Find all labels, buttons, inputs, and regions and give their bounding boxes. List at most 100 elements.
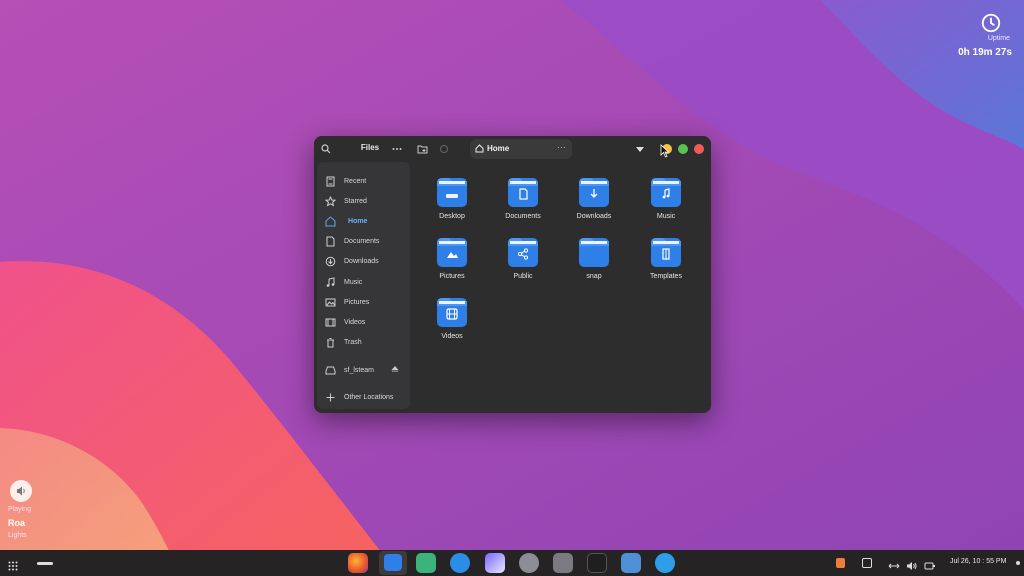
- sidebar-item-label: Recent: [344, 177, 367, 185]
- sidebar-item-videos[interactable]: Videos: [321, 313, 407, 331]
- path-menu-icon[interactable]: ···: [557, 142, 566, 152]
- sidebar-item-label: Documents: [344, 237, 380, 245]
- path-label[interactable]: Home: [487, 144, 509, 153]
- notification-icon[interactable]: [836, 558, 845, 568]
- downloads-folder-icon: [579, 178, 609, 207]
- sidebar-item-home[interactable]: Home: [321, 212, 407, 230]
- folder-desktop[interactable]: Desktop: [417, 162, 487, 220]
- view-options-icon[interactable]: [632, 141, 648, 157]
- folder-label: Videos: [441, 333, 463, 340]
- folder-snap[interactable]: snap: [559, 222, 629, 280]
- folder-templates[interactable]: Templates: [631, 222, 701, 280]
- video-player-icon[interactable]: [655, 553, 675, 573]
- sidebar-item-documents[interactable]: Documents: [321, 232, 407, 250]
- folder-label: Music: [656, 213, 676, 220]
- recent-icon: [325, 176, 336, 187]
- folder-downloads[interactable]: Downloads: [559, 162, 629, 220]
- uptime-value: 0h 19m 27s: [958, 47, 1012, 58]
- battery-icon[interactable]: [924, 558, 936, 570]
- maximize-button[interactable]: [678, 144, 688, 154]
- title-bar[interactable]: Files Home ···: [314, 136, 711, 162]
- sidebar-item-label: Trash: [344, 338, 362, 346]
- dots-icon[interactable]: [389, 141, 405, 157]
- document-icon: [325, 236, 336, 247]
- sidebar-item-label: Home: [348, 217, 368, 225]
- taskbar-clock[interactable]: Jul 26, 10 : 55 PM: [950, 558, 1006, 565]
- music-icon: [325, 276, 336, 288]
- mouse-cursor-icon: [660, 144, 670, 158]
- sidebar-item-starred[interactable]: Starred: [321, 192, 407, 210]
- trash-icon: [325, 337, 336, 348]
- app-title: Files: [360, 143, 380, 152]
- folder-pictures[interactable]: Pictures: [417, 222, 487, 280]
- path-bar[interactable]: Home ···: [470, 139, 572, 159]
- sidebar-item-recent[interactable]: Recent: [321, 172, 407, 190]
- folder-public[interactable]: Public: [488, 222, 558, 280]
- network-icon[interactable]: [888, 558, 900, 569]
- playback-status: Playing: [8, 506, 31, 513]
- desktop-folder-icon: [437, 178, 467, 207]
- picture-icon: [325, 297, 336, 308]
- browser-icon[interactable]: [450, 553, 470, 573]
- uptime-label: Uptime: [987, 35, 1010, 42]
- workspace-indicator[interactable]: [37, 562, 53, 565]
- folder-icon: [579, 238, 609, 267]
- software-icon[interactable]: [621, 553, 641, 573]
- drive-icon: [325, 365, 336, 376]
- close-button[interactable]: [694, 144, 704, 154]
- extensions-icon[interactable]: [416, 553, 436, 573]
- folder-music[interactable]: Music: [631, 162, 701, 220]
- file-view: Desktop Documents Downloads Music Pictures Pu…: [412, 162, 709, 411]
- files-icon: [384, 554, 402, 571]
- volume-icon[interactable]: [906, 558, 918, 570]
- sidebar-item-music[interactable]: Music: [321, 273, 407, 291]
- firefox-icon[interactable]: [348, 553, 368, 573]
- eject-icon[interactable]: [391, 365, 399, 375]
- system-menu-icon[interactable]: [1016, 561, 1020, 565]
- music-folder-icon: [651, 178, 681, 207]
- sidebar-item-other-locations[interactable]: Other Locations: [321, 388, 407, 406]
- folder-label: Pictures: [439, 273, 465, 280]
- files-window: Files Home ··· Recent Starred Home Document…: [314, 136, 711, 413]
- templates-folder-icon: [651, 238, 681, 267]
- sidebar-item-trash[interactable]: Trash: [321, 333, 407, 351]
- taskbar: Jul 26, 10 : 55 PM: [0, 550, 1024, 576]
- sidebar-item-label: Other Locations: [344, 393, 394, 401]
- star-icon: [325, 195, 336, 207]
- track-title: Roa: [8, 518, 26, 528]
- folder-documents[interactable]: Documents: [488, 162, 558, 220]
- documents-folder-icon: [508, 178, 538, 207]
- video-icon: [325, 317, 336, 328]
- sidebar-item-sf-lsteam[interactable]: sf_lsteam: [321, 361, 407, 379]
- folder-label: Templates: [650, 273, 682, 280]
- media-icon[interactable]: [485, 553, 505, 573]
- home-icon: [475, 144, 484, 153]
- sidebar-item-label: Videos: [344, 318, 366, 326]
- settings-icon[interactable]: [519, 553, 539, 573]
- folder-label: Public: [513, 273, 533, 280]
- files-app-active[interactable]: [379, 551, 407, 575]
- folder-label: Desktop: [439, 213, 465, 220]
- sidebar-item-label: Downloads: [344, 257, 379, 265]
- terminal-icon[interactable]: [587, 553, 607, 573]
- plus-icon: [325, 392, 336, 403]
- layout-icon[interactable]: [862, 558, 872, 568]
- disks-icon[interactable]: [553, 553, 573, 573]
- folder-label: Documents: [505, 213, 541, 220]
- clock-icon: [981, 13, 1001, 33]
- app-grid-icon[interactable]: [8, 558, 18, 576]
- folder-label: Downloads: [576, 213, 612, 220]
- sidebar-item-downloads[interactable]: Downloads: [321, 252, 407, 270]
- audio-icon[interactable]: [10, 480, 32, 502]
- folder-videos[interactable]: Videos: [417, 282, 487, 340]
- new-folder-icon[interactable]: [414, 141, 430, 157]
- now-playing-widget[interactable]: Playing Roa Lights: [8, 480, 78, 539]
- pictures-folder-icon: [437, 238, 467, 267]
- track-artist: Lights: [8, 532, 27, 539]
- history-icon[interactable]: [436, 141, 452, 157]
- search-icon[interactable]: [318, 141, 334, 157]
- sidebar-item-pictures[interactable]: Pictures: [321, 293, 407, 311]
- videos-folder-icon: [437, 298, 467, 327]
- sidebar-item-label: Pictures: [344, 298, 370, 306]
- sidebar-item-label: Starred: [344, 197, 367, 205]
